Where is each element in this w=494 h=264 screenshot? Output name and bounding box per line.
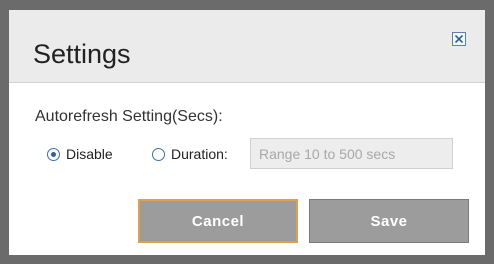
close-button[interactable] — [452, 32, 466, 46]
close-icon — [455, 35, 463, 43]
disable-radio-option[interactable]: Disable — [47, 144, 113, 164]
save-button[interactable]: Save — [309, 199, 469, 243]
duration-label: Duration: — [171, 146, 228, 162]
dialog-title: Settings — [33, 39, 131, 69]
cancel-button[interactable]: Cancel — [138, 199, 298, 243]
dialog-titlebar: Settings — [9, 10, 485, 83]
disable-label: Disable — [66, 146, 113, 162]
disable-radio[interactable] — [47, 147, 60, 161]
autorefresh-label: Autorefresh Setting(Secs): — [35, 108, 223, 125]
duration-radio-option[interactable]: Duration: — [152, 144, 228, 164]
duration-input[interactable] — [250, 138, 453, 169]
duration-radio[interactable] — [152, 147, 165, 161]
settings-dialog: Settings Autorefresh Setting(Secs): Disa… — [9, 10, 485, 255]
